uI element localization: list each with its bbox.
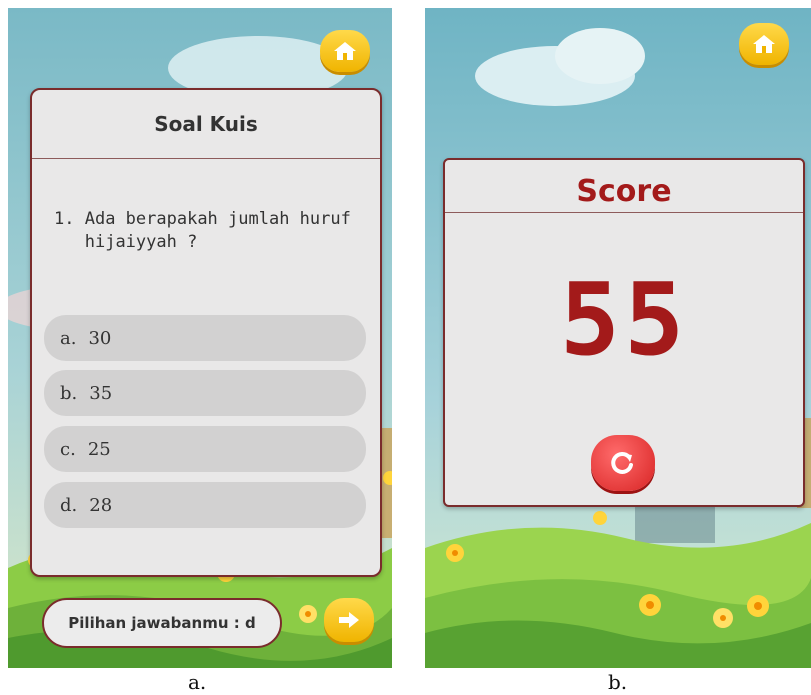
replay-icon — [611, 451, 633, 474]
home-icon — [334, 42, 356, 60]
home-button[interactable] — [320, 30, 370, 72]
caption-a: a. — [188, 670, 207, 694]
next-button[interactable] — [324, 598, 374, 642]
score-value: 55 — [559, 261, 689, 378]
quiz-screen: Soal Kuis 1. Ada berapakah jumlah huruf … — [8, 8, 392, 668]
answer-option-a[interactable]: a. 30 — [44, 315, 366, 361]
question-text: Ada berapakah jumlah huruf hijaiyyah ? — [84, 209, 351, 252]
option-text: 35 — [89, 382, 113, 404]
option-text: 28 — [89, 494, 113, 516]
quiz-title: Soal Kuis — [154, 112, 258, 136]
score-screen: Score 55 — [425, 8, 811, 668]
replay-button[interactable] — [591, 435, 655, 491]
home-icon — [753, 35, 775, 53]
arrow-right-icon — [339, 612, 359, 628]
option-letter: c. — [60, 438, 76, 460]
score-title: Score — [576, 174, 672, 209]
caption-b: b. — [608, 670, 628, 694]
option-text: 30 — [88, 327, 112, 349]
quiz-card: Soal Kuis 1. Ada berapakah jumlah huruf … — [30, 88, 382, 577]
question: 1. Ada berapakah jumlah huruf hijaiyyah … — [54, 208, 364, 254]
score-title-divider — [445, 212, 803, 213]
answer-option-d[interactable]: d. 28 — [44, 482, 366, 528]
home-button[interactable] — [739, 23, 789, 65]
question-number: 1. — [54, 209, 75, 229]
answer-option-b[interactable]: b. 35 — [44, 370, 366, 416]
selected-answer-label: Pilihan jawabanmu : d — [42, 598, 282, 648]
answer-option-c[interactable]: c. 25 — [44, 426, 366, 472]
option-letter: d. — [60, 494, 78, 516]
option-text: 25 — [87, 438, 111, 460]
option-letter: a. — [60, 327, 77, 349]
score-card: Score 55 — [443, 158, 805, 507]
quiz-title-divider — [32, 158, 380, 159]
option-letter: b. — [60, 382, 78, 404]
